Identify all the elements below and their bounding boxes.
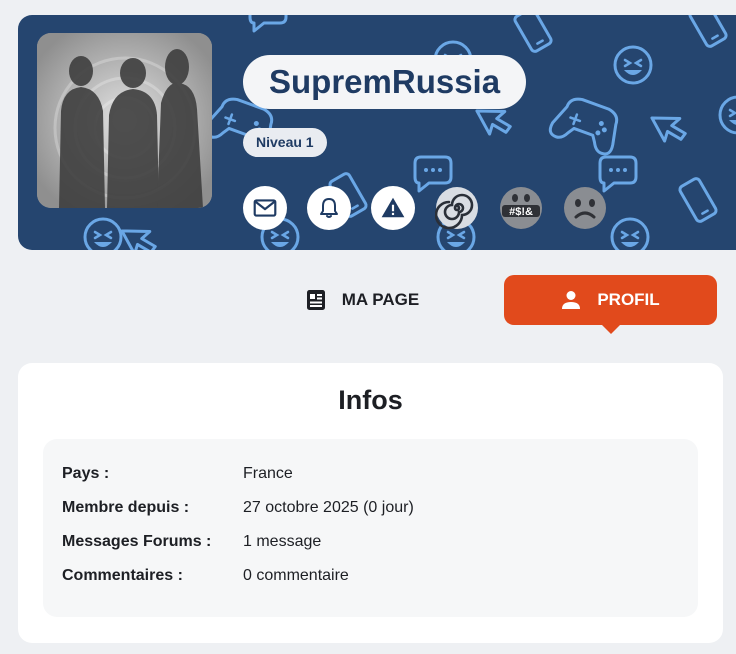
info-value: 1 message — [243, 533, 322, 550]
avatar-image — [37, 33, 212, 208]
infos-list: Pays : France Membre depuis : 27 octobre… — [43, 439, 698, 617]
info-row-forum-messages: Messages Forums : 1 message — [62, 533, 321, 553]
spiral-icon — [435, 187, 478, 230]
spiral-badge — [435, 186, 479, 230]
bell-icon — [320, 198, 338, 218]
info-row-country: Pays : France — [62, 465, 293, 485]
follow-button[interactable] — [307, 186, 351, 230]
tab-ma-page[interactable]: MA PAGE — [300, 275, 425, 325]
info-value: 27 octobre 2025 (0 jour) — [243, 499, 414, 516]
info-label: Messages Forums : — [62, 533, 212, 550]
info-label: Membre depuis : — [62, 499, 190, 516]
tab-profil-label: PROFIL — [597, 290, 660, 309]
info-label: Pays : — [62, 465, 110, 482]
tab-ma-page-label: MA PAGE — [341, 290, 420, 309]
username: SupremRussia — [243, 55, 527, 109]
censored-badge: #$!& — [499, 186, 543, 230]
censored-text: #$!& — [509, 206, 533, 218]
info-value: 0 commentaire — [243, 567, 349, 584]
mail-icon — [253, 199, 277, 217]
info-row-member-since: Membre depuis : 27 octobre 2025 (0 jour) — [62, 499, 414, 519]
sad-badge — [563, 186, 607, 230]
info-value: France — [243, 465, 293, 482]
info-row-comments: Commentaires : 0 commentaire — [62, 567, 349, 587]
report-button[interactable] — [371, 186, 415, 230]
infos-card: Infos Pays : France Membre depuis : 27 o… — [18, 363, 723, 643]
infos-title: Infos — [338, 385, 403, 415]
newspaper-icon — [306, 290, 325, 310]
avatar — [37, 33, 212, 208]
warning-icon — [381, 197, 405, 218]
message-button[interactable] — [243, 186, 287, 230]
tab-profil[interactable]: PROFIL — [504, 275, 717, 334]
user-icon — [562, 291, 581, 309]
level-badge: Niveau 1 — [243, 128, 327, 157]
sad-face-icon — [564, 187, 606, 229]
censored-emoji-icon: #$!& — [500, 187, 542, 229]
info-label: Commentaires : — [62, 567, 183, 584]
profile-page: SupremRussia Niveau 1 #$!& MA PAGE PROFI… — [0, 0, 736, 654]
